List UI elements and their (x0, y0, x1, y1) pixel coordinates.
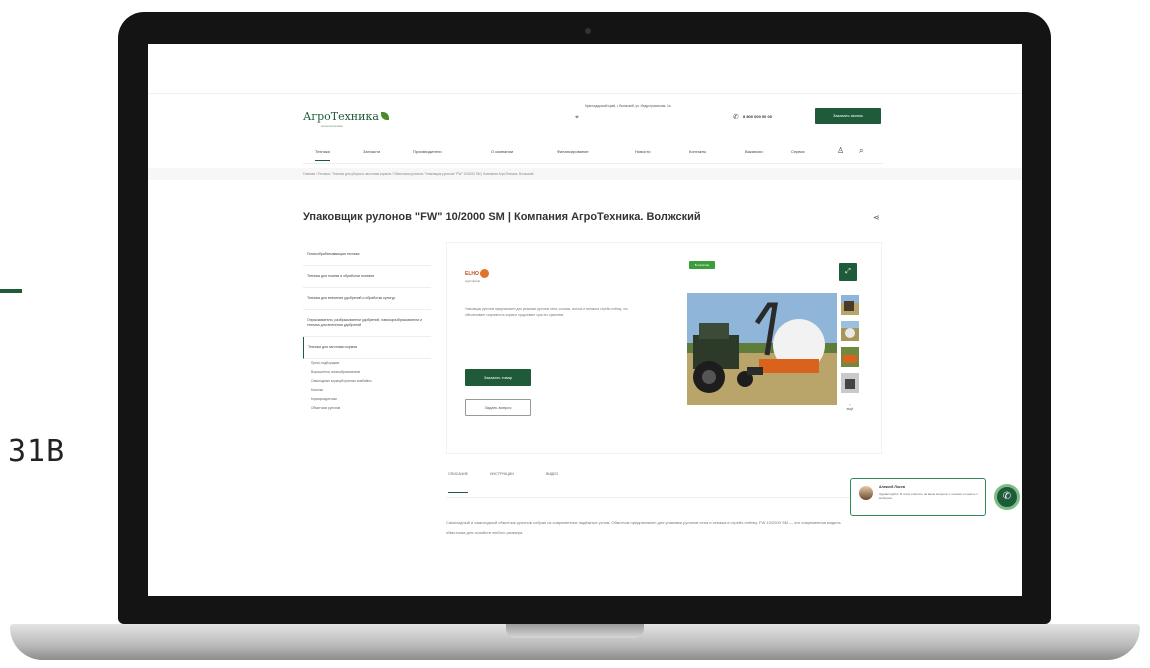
call-button[interactable]: ✆ (994, 484, 1020, 510)
sidebar-subitem-tedders[interactable]: Ворошители, валкообразователи (303, 368, 431, 377)
product-description-text: Самоходный и самоходный обмотчик рулонов… (446, 520, 841, 535)
logo-subtitle: сельхозтехника (321, 124, 343, 128)
order-button[interactable]: Заказать товар (465, 369, 531, 386)
thumbnail[interactable] (841, 321, 859, 341)
sidebar-subitem-harvesters[interactable]: Самоходные кормоуборочные комбайны (303, 377, 431, 386)
sidebar-item-forage[interactable]: Техника для заготовки кормов (303, 337, 431, 359)
brand-subtitle: Agricultural (465, 279, 481, 283)
decorative-line (0, 289, 22, 293)
thumbnail[interactable] (841, 347, 859, 367)
breadcrumb-bar (148, 168, 1022, 180)
phone-icon: ✆ (1002, 491, 1012, 502)
header-address: Краснодарский край, г. Волжский, ул. Инд… (585, 104, 671, 108)
chat-message: Здравствуйте! Я готов ответить на ваши в… (879, 492, 978, 500)
nav-item-technika[interactable]: Техника (315, 149, 330, 161)
avatar (859, 486, 873, 500)
logo-text: АгроТехника (303, 110, 379, 123)
product-card: ELHO Agricultural Упаковщик рулонов пред… (446, 242, 882, 454)
leaf-icon (380, 112, 389, 120)
ask-question-button[interactable]: Задать вопрос (465, 399, 531, 416)
nav-item-manufacturers[interactable]: Производители (413, 149, 442, 154)
chat-agent-name: Алексей Лосев (879, 485, 905, 489)
nav-item-news[interactable]: Новости (635, 149, 650, 154)
nav-item-service[interactable]: Сервис (791, 149, 805, 154)
location-pin-icon: ⌖ (575, 114, 579, 121)
site-header-bar: АгроТехника сельхозтехника ⌖ Краснодарск… (303, 102, 883, 132)
sidebar-subitem-feeders[interactable]: Кормораздатчики (303, 395, 431, 404)
user-icon[interactable]: ♙ (837, 146, 844, 155)
nav-item-about[interactable]: О компании (491, 149, 513, 154)
laptop-base-notch (506, 624, 644, 638)
sidebar-item-tillage[interactable]: Почвообрабатывающая техника (303, 244, 431, 266)
tab-description[interactable]: ОПИСАНИЕ (448, 472, 468, 493)
sidebar-subitem-mowers[interactable]: Косилки (303, 386, 431, 395)
tab-video[interactable]: ВИДЕО (546, 472, 558, 476)
expand-icon[interactable]: ⤢ (839, 263, 857, 281)
sidebar-item-sprayers[interactable]: Опрыскиватели, разбрасыватели удобрений,… (303, 310, 431, 337)
thumbnail-list (841, 295, 859, 399)
page-title: Упаковщик рулонов "FW" 10/2000 SM | Комп… (303, 211, 701, 223)
site-logo[interactable]: АгроТехника (303, 110, 389, 123)
webcam-icon (585, 28, 591, 34)
main-nav: Техника Запчасти Производители О компани… (303, 146, 883, 164)
brand-name: ELHO (465, 270, 479, 277)
brand-mark-icon (480, 269, 490, 278)
breadcrumb[interactable]: Главная / Техника / Техника для уборки и… (303, 172, 533, 176)
sidebar-subitem-balers[interactable]: Пресс-подборщики (303, 359, 431, 368)
product-description: Упаковщик рулонов предназначен для упако… (465, 307, 628, 317)
product-tabs: ОПИСАНИЕ ИНСТРУКЦИИ ВИДЕО (446, 468, 882, 498)
thumbnails-more[interactable]: › ещё (841, 403, 859, 411)
sidebar-item-sowing[interactable]: Техника для посева и обработки посевов (303, 266, 431, 288)
chat-widget[interactable]: Алексей Лосев Здравствуйте! Я готов отве… (850, 478, 986, 516)
nav-item-vacancies[interactable]: Вакансии (745, 149, 763, 154)
sidebar-item-fertilizing[interactable]: Техника для внесения удобрений и обработ… (303, 288, 431, 310)
thumbnail[interactable] (841, 373, 859, 393)
header-phone[interactable]: 8 800 000 00 00 (743, 114, 772, 119)
sidebar-subitem-wrappers[interactable]: Обмотчики рулонов (303, 404, 431, 413)
nav-item-finance[interactable]: Финансирование (557, 149, 589, 154)
tab-instructions[interactable]: ИНСТРУКЦИИ (490, 472, 514, 476)
site-header: АгроТехника сельхозтехника ⌖ Краснодарск… (148, 44, 1022, 596)
catalog-sidebar: Почвообрабатывающая техника Техника для … (303, 244, 431, 413)
in-stock-badge: В наличии (689, 261, 715, 269)
nav-item-contacts[interactable]: Контакты (689, 149, 706, 154)
nav-item-parts[interactable]: Запчасти (363, 149, 380, 154)
search-icon[interactable]: ⌕ (859, 146, 863, 156)
product-main-image[interactable] (687, 293, 837, 405)
thumbnails-more-label: ещё (846, 407, 854, 411)
thumbnail[interactable] (841, 295, 859, 315)
side-label: 31В (8, 434, 66, 469)
phone-icon: ✆ (733, 114, 739, 121)
share-icon[interactable]: ⋖ (873, 213, 880, 222)
callback-button[interactable]: Заказать звонок (815, 108, 881, 124)
brand-logo: ELHO (465, 269, 490, 278)
